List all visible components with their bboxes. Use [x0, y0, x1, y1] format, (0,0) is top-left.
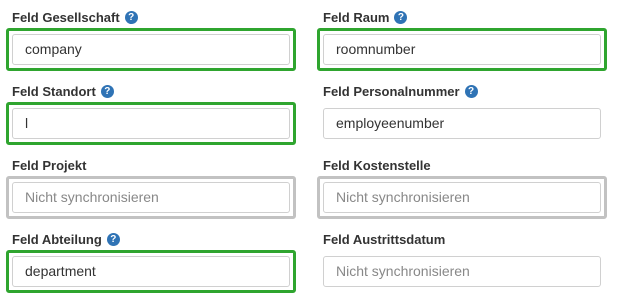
field-personalnummer-label: Feld Personalnummer — [323, 83, 460, 99]
standort-input[interactable]: l — [12, 108, 290, 139]
field-raum-label: Feld Raum — [323, 9, 390, 25]
field-label: Feld Kostenstelle — [323, 157, 431, 173]
field-label: Feld Standort ? — [12, 83, 114, 99]
field-projekt-label: Feld Projekt — [12, 157, 87, 173]
field-label: Feld Austrittsdatum — [323, 231, 445, 247]
help-icon[interactable]: ? — [106, 232, 120, 246]
help-icon[interactable]: ? — [464, 84, 478, 98]
field-abteilung-label: Feld Abteilung — [12, 231, 102, 247]
field-standort-label: Feld Standort — [12, 83, 96, 99]
abteilung-input[interactable]: department — [12, 256, 290, 287]
field-kostenstelle-label: Feld Kostenstelle — [323, 157, 431, 173]
projekt-input[interactable]: Nicht synchronisieren — [12, 182, 290, 213]
raum-input[interactable]: roomnumber — [323, 34, 601, 65]
field-gesellschaft-label: Feld Gesellschaft — [12, 9, 120, 25]
help-icon[interactable]: ? — [100, 84, 114, 98]
personalnummer-input[interactable]: employeenumber — [323, 108, 601, 139]
kostenstelle-input[interactable]: Nicht synchronisieren — [323, 182, 601, 213]
help-icon[interactable]: ? — [124, 10, 138, 24]
gesellschaft-input[interactable]: company — [12, 34, 290, 65]
austrittsdatum-input[interactable]: Nicht synchronisieren — [323, 256, 601, 287]
field-austrittsdatum-label: Feld Austrittsdatum — [323, 231, 446, 247]
field-label: Feld Gesellschaft ? — [12, 9, 138, 25]
field-label: Feld Raum ? — [323, 9, 408, 25]
field-label: Feld Abteilung ? — [12, 231, 120, 247]
field-label: Feld Personalnummer ? — [323, 83, 478, 99]
field-label: Feld Projekt — [12, 157, 86, 173]
help-icon[interactable]: ? — [394, 10, 408, 24]
